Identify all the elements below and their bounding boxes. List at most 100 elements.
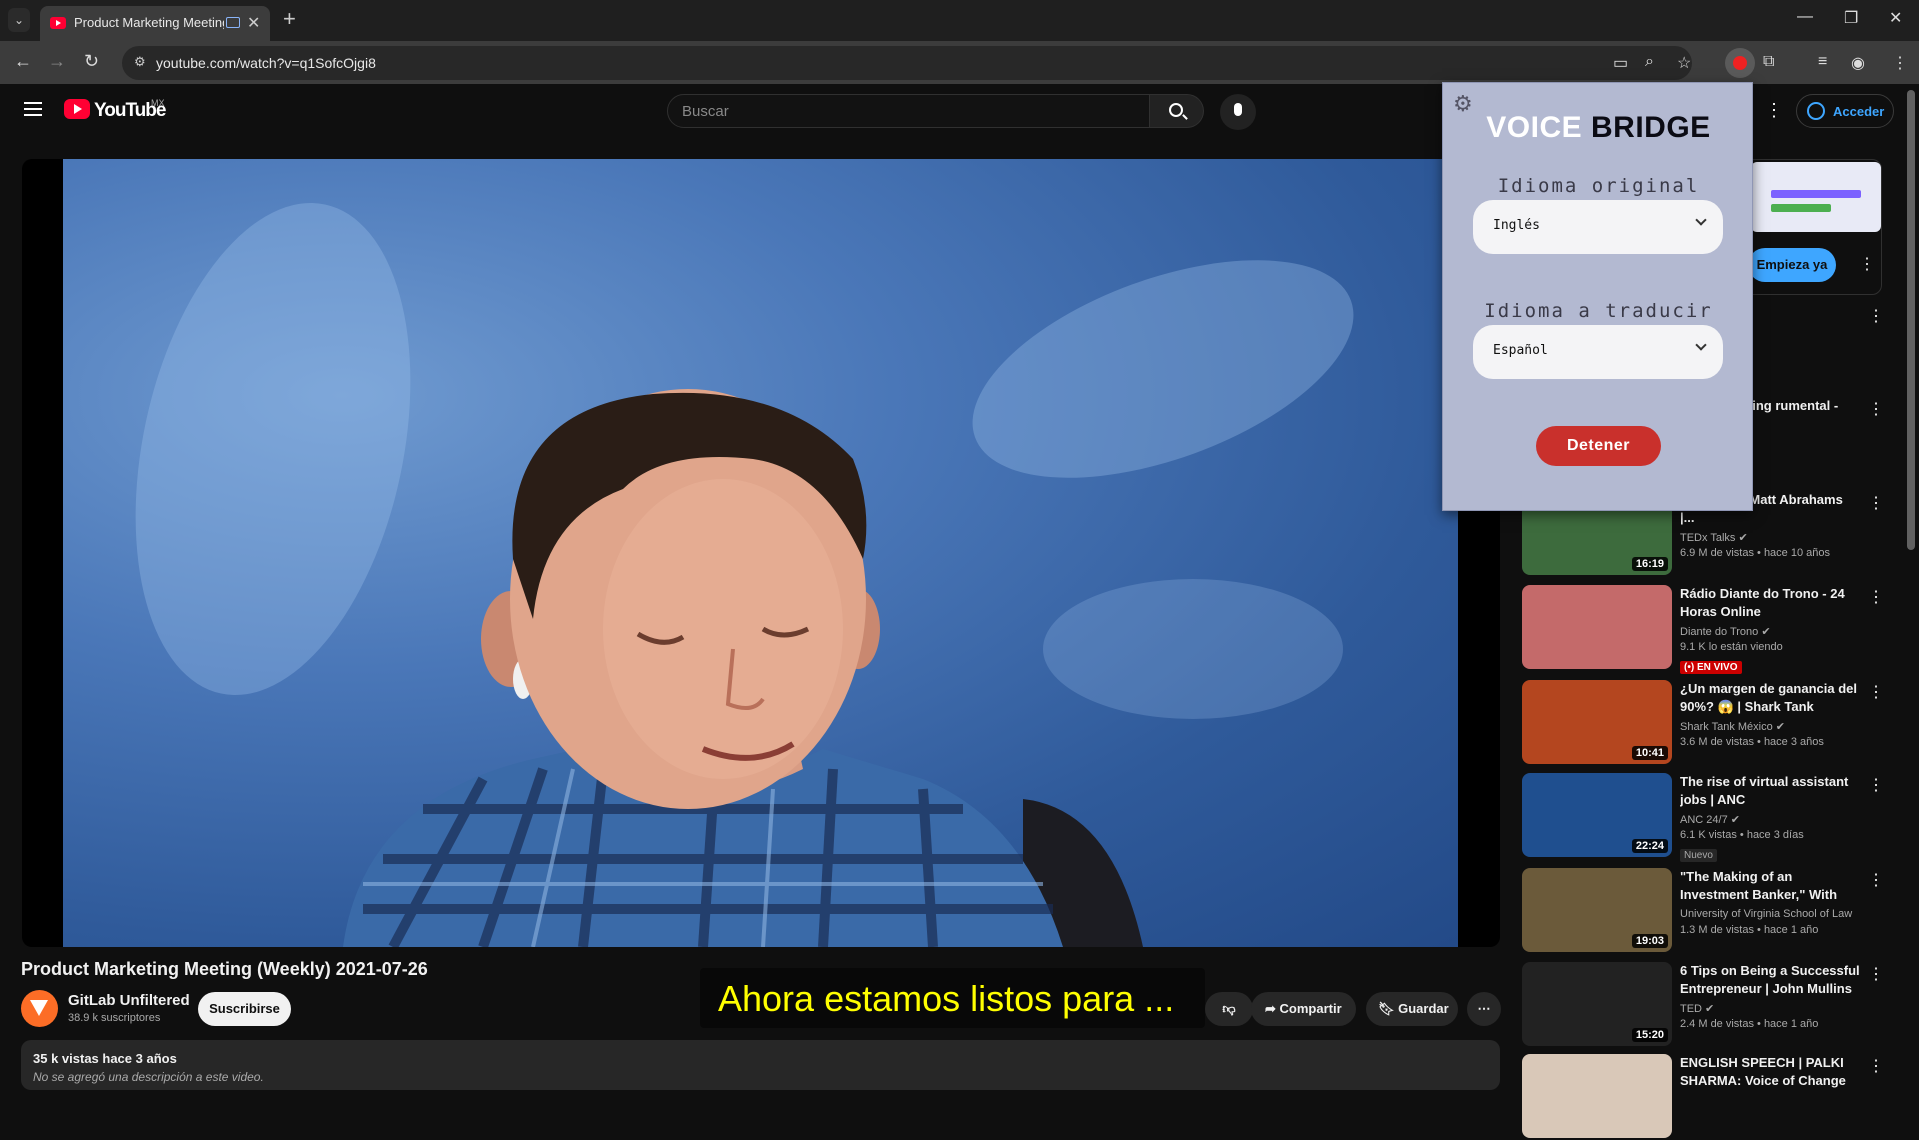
recommendation-title[interactable]: ¿Un margen de ganancia del 90%? 😱 | Shar…	[1680, 680, 1860, 716]
recommendation-meta: 3.6 M de vistas • hace 3 años	[1680, 736, 1824, 748]
ad-thumbnail-bar	[1771, 190, 1861, 198]
save-button[interactable]: 🔖︎ Guardar	[1366, 992, 1458, 1026]
subscribe-button[interactable]: Suscribirse	[198, 992, 291, 1026]
recommendation-channel[interactable]: University of Virginia School of Law	[1680, 908, 1852, 920]
target-language-value: Español	[1493, 343, 1548, 358]
share-button[interactable]: ➦ Compartir	[1251, 992, 1356, 1026]
channel-avatar[interactable]	[21, 990, 58, 1027]
stop-button[interactable]: Detener	[1536, 426, 1661, 466]
bookmark-icon: 🔖︎	[1378, 1001, 1399, 1016]
browser-tab-active[interactable]: Product Marketing Meeting (Weekly) 2021-…	[40, 6, 270, 41]
new-tab-button[interactable]: +	[283, 6, 296, 32]
search-input[interactable]: Buscar	[667, 94, 1150, 128]
hamburger-menu-icon[interactable]	[24, 102, 42, 116]
tab-close-icon[interactable]: ✕	[247, 13, 260, 33]
settings-kebab-icon[interactable]: ⋮	[1765, 100, 1783, 121]
casting-icon	[226, 17, 240, 28]
recommendation-item[interactable]: ENGLISH SPEECH | PALKI SHARMA: Voice of …	[1520, 1054, 1890, 1140]
channel-name[interactable]: GitLab Unfiltered	[68, 992, 190, 1009]
recommendation-channel[interactable]: Diante do Trono ✔	[1680, 625, 1771, 638]
page-scrollbar[interactable]	[1907, 90, 1915, 550]
browser-menu-icon[interactable]: ⋮	[1892, 53, 1908, 73]
recommendation-item[interactable]: 10:41 ¿Un margen de ganancia del 90%? 😱 …	[1520, 680, 1890, 766]
recommendation-title[interactable]: "The Making of an Investment Banker," Wi…	[1680, 868, 1860, 904]
target-language-select[interactable]: Español	[1473, 325, 1723, 379]
install-app-icon[interactable]: ▭	[1613, 53, 1628, 73]
recommendation-kebab-icon[interactable]: ⋮	[1868, 964, 1884, 984]
country-code: MX	[151, 98, 165, 108]
media-control-icon[interactable]: ≡	[1818, 53, 1827, 71]
recommendation-title[interactable]: 6 Tips on Being a Successful Entrepreneu…	[1680, 962, 1860, 998]
youtube-logo-icon[interactable]	[64, 99, 90, 119]
video-thumbnail[interactable]: 22:24	[1522, 773, 1672, 857]
recommendation-kebab-icon[interactable]: ⋮	[1868, 682, 1884, 702]
bookmark-star-icon[interactable]: ☆	[1677, 53, 1691, 73]
video-thumbnail[interactable]	[1522, 585, 1672, 669]
brand-word-bridge: BRIDGE	[1591, 111, 1711, 144]
recommendation-kebab-icon[interactable]: ⋮	[1868, 587, 1884, 607]
subscriber-count: 38.9 k suscriptores	[68, 1012, 161, 1024]
video-player[interactable]	[22, 159, 1500, 947]
site-info-icon[interactable]: ⚙	[134, 54, 150, 70]
recommendation-title[interactable]: Rádio Diante do Trono - 24 Horas Online	[1680, 585, 1860, 621]
reload-icon[interactable]: ↻	[84, 51, 99, 72]
forward-arrow-icon[interactable]: →	[48, 51, 66, 72]
recommendation-kebab-icon[interactable]: ⋮	[1868, 306, 1884, 326]
recommendation-item[interactable]: 15:20 6 Tips on Being a Successful Entre…	[1520, 962, 1890, 1048]
address-bar[interactable]: ⚙ youtube.com/watch?v=q1SofcOjgi8	[122, 46, 1692, 80]
recommendation-channel[interactable]: ANC 24/7 ✔	[1680, 813, 1740, 826]
recommendation-kebab-icon[interactable]: ⋮	[1868, 493, 1884, 513]
profile-icon[interactable]: ◉	[1851, 53, 1865, 73]
views-and-date: 35 k vistas hace 3 años	[33, 1051, 177, 1066]
share-icon: ➦	[1265, 1001, 1280, 1016]
ad-cta-button[interactable]: Empieza ya	[1748, 248, 1836, 282]
recommendation-item[interactable]: 22:24 The rise of virtual assistant jobs…	[1520, 773, 1890, 862]
duration-badge: 15:20	[1631, 1028, 1668, 1042]
chevron-down-icon	[1695, 339, 1707, 351]
voice-search-mic-icon[interactable]	[1220, 94, 1256, 130]
recommendation-meta: 9.1 K lo están viendo	[1680, 641, 1783, 653]
account-icon	[1807, 102, 1825, 120]
recommendation-kebab-icon[interactable]: ⋮	[1868, 399, 1884, 419]
recommendation-channel[interactable]: TEDx Talks ✔	[1680, 531, 1748, 544]
tab-search-button[interactable]: ⌄	[8, 8, 30, 32]
extensions-puzzle-icon[interactable]: ⧉	[1763, 53, 1774, 71]
voice-bridge-title: VOICE BRIDGE	[1443, 111, 1754, 145]
url-text: youtube.com/watch?v=q1SofcOjgi8	[156, 55, 376, 71]
share-label: Compartir	[1279, 1001, 1342, 1016]
description-box[interactable]: 35 k vistas hace 3 años No se agregó una…	[21, 1040, 1500, 1090]
video-thumbnail[interactable]: 19:03	[1522, 868, 1672, 952]
recommendation-kebab-icon[interactable]: ⋮	[1868, 1056, 1884, 1076]
recommendation-meta: 6.9 M de vistas • hace 10 años	[1680, 547, 1830, 559]
recommendation-channel[interactable]: Shark Tank México ✔	[1680, 720, 1785, 733]
duration-badge: 22:24	[1631, 839, 1668, 853]
caption-text: Ahora estamos listos para ...	[718, 978, 1175, 1019]
recommendation-title[interactable]: The rise of virtual assistant jobs | ANC	[1680, 773, 1860, 809]
restore-button[interactable]: ❐	[1844, 8, 1858, 28]
ad-kebab-icon[interactable]: ⋮	[1859, 254, 1875, 274]
source-language-select[interactable]: Inglés	[1473, 200, 1723, 254]
sign-in-label: Acceder	[1833, 104, 1885, 119]
back-arrow-icon[interactable]: ←	[14, 51, 32, 72]
search-button[interactable]	[1150, 94, 1204, 128]
duration-badge: 16:19	[1631, 557, 1668, 571]
search-icon	[1169, 103, 1183, 117]
recommendation-kebab-icon[interactable]: ⋮	[1868, 775, 1884, 795]
zoom-icon[interactable]: ⌕	[1645, 53, 1654, 71]
window-close-button[interactable]: ✕	[1889, 8, 1902, 28]
recommendation-item[interactable]: Rádio Diante do Trono - 24 Horas Online …	[1520, 585, 1890, 674]
more-actions-button[interactable]: ⋯	[1467, 992, 1501, 1026]
recommendation-title[interactable]: ENGLISH SPEECH | PALKI SHARMA: Voice of …	[1680, 1054, 1860, 1090]
minimize-button[interactable]: —	[1797, 8, 1813, 26]
video-frame[interactable]	[63, 159, 1458, 947]
video-thumbnail[interactable]: 15:20	[1522, 962, 1672, 1046]
voice-bridge-extension-icon[interactable]	[1725, 48, 1755, 78]
sign-in-button[interactable]: Acceder	[1796, 94, 1894, 128]
recommendation-channel[interactable]: TED ✔	[1680, 1002, 1714, 1015]
recommendation-kebab-icon[interactable]: ⋮	[1868, 870, 1884, 890]
tab-title: Product Marketing Meeting (Weekly) 2021-…	[74, 15, 224, 30]
video-thumbnail[interactable]	[1522, 1054, 1672, 1138]
dislike-button[interactable]: 👎︎	[1205, 992, 1253, 1026]
recommendation-item[interactable]: 19:03 "The Making of an Investment Banke…	[1520, 868, 1890, 954]
video-thumbnail[interactable]: 10:41	[1522, 680, 1672, 764]
